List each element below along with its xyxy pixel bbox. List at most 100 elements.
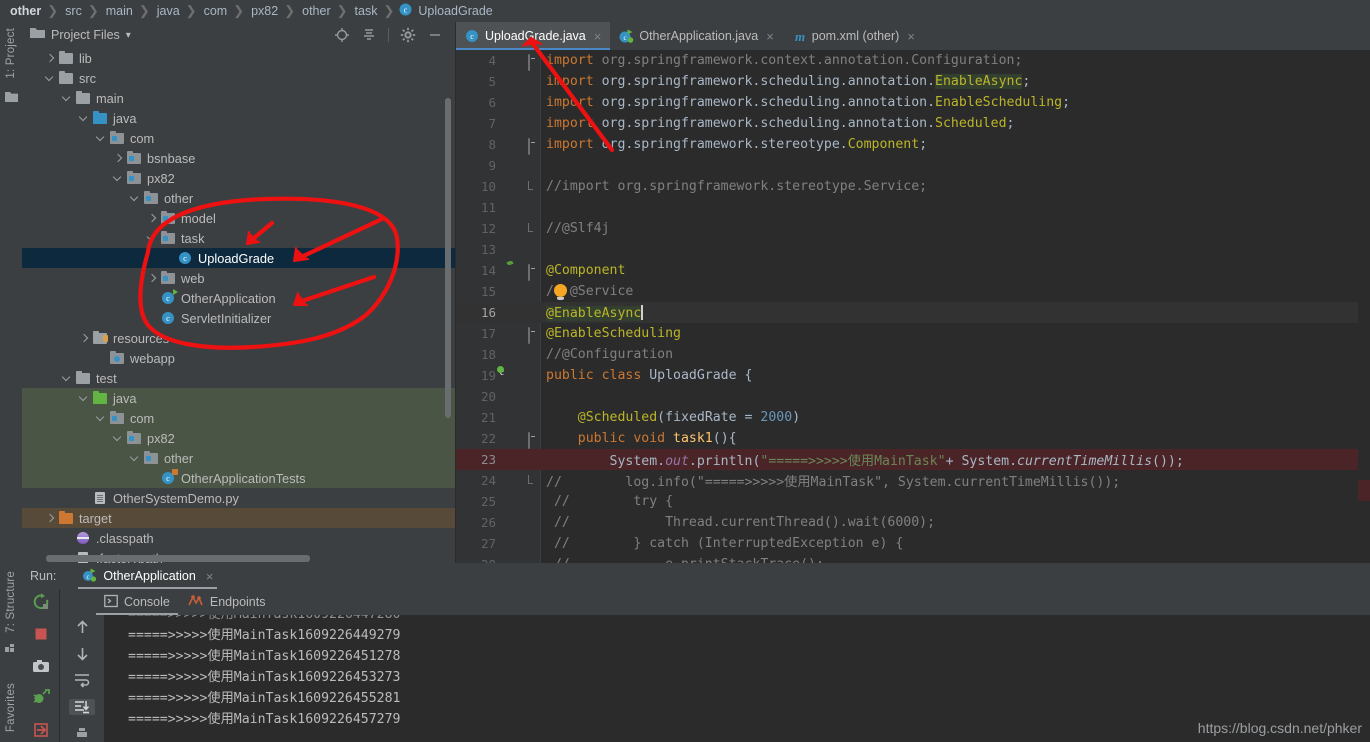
tree-item-test[interactable]: test xyxy=(22,368,455,388)
chevron-down-icon[interactable] xyxy=(130,193,141,204)
code-line[interactable]: 25 // try { xyxy=(456,491,1370,512)
chevron-right-icon[interactable] xyxy=(147,273,158,284)
chevron-right-icon[interactable] xyxy=(45,53,56,64)
project-files-title[interactable]: Project Files xyxy=(51,28,120,42)
code-line[interactable]: 20 xyxy=(456,386,1370,407)
tree-item--classpath[interactable]: .classpath xyxy=(22,528,455,548)
tree-item-java[interactable]: java xyxy=(22,388,455,408)
tree-item-java[interactable]: java xyxy=(22,108,455,128)
chevron-down-icon[interactable]: ▾ xyxy=(126,30,131,41)
sidebar-item-favorites[interactable]: Favorites xyxy=(5,683,17,732)
code-line[interactable]: 7 import org.springframework.scheduling.a… xyxy=(456,113,1370,134)
breadcrumb-item[interactable]: other xyxy=(8,4,43,18)
code-line[interactable]: 13 xyxy=(456,239,1370,260)
tree-item-otherapplication[interactable]: c OtherApplication xyxy=(22,288,455,308)
tree-item-uploadgrade[interactable]: c UploadGrade xyxy=(22,248,455,268)
debug-attach-icon[interactable] xyxy=(32,689,50,712)
sidebar-item-structure[interactable]: 7: Structure xyxy=(5,571,17,633)
code-editor[interactable]: 4 import org.springframework.context.anno… xyxy=(456,50,1370,563)
code-line[interactable]: 19 public class UploadGrade { xyxy=(456,365,1370,386)
breadcrumb-item[interactable]: main xyxy=(104,4,135,18)
breadcrumb-item[interactable]: c UploadGrade xyxy=(399,3,494,19)
tree-item-other[interactable]: other xyxy=(22,188,455,208)
fold-marker[interactable] xyxy=(528,54,537,71)
run-configuration-tab[interactable]: c OtherApplication × xyxy=(78,563,218,589)
tree-item-lib[interactable]: lib xyxy=(22,48,455,68)
soft-wrap-icon[interactable] xyxy=(69,672,95,689)
chevron-down-icon[interactable] xyxy=(62,373,73,384)
rerun-icon[interactable] xyxy=(32,593,50,616)
chevron-down-icon[interactable] xyxy=(130,453,141,464)
fold-marker[interactable] xyxy=(528,138,537,155)
gutter-bean-icon[interactable] xyxy=(500,263,515,278)
close-icon[interactable]: × xyxy=(594,29,602,44)
tree-item-bsnbase[interactable]: bsnbase xyxy=(22,148,455,168)
print-icon[interactable] xyxy=(69,725,95,742)
fold-marker[interactable] xyxy=(528,475,537,484)
chevron-right-icon[interactable] xyxy=(79,333,90,344)
tree-horizontal-scrollbar[interactable] xyxy=(46,555,310,562)
editor-scrollbar[interactable] xyxy=(1358,78,1370,563)
chevron-down-icon[interactable] xyxy=(79,393,90,404)
tree-item-web[interactable]: web xyxy=(22,268,455,288)
chevron-right-icon[interactable] xyxy=(147,213,158,224)
fold-marker[interactable] xyxy=(528,223,537,232)
gutter-bulb-icon[interactable] xyxy=(500,284,515,299)
breadcrumb-item[interactable]: com xyxy=(202,4,230,18)
breadcrumb-item[interactable]: java xyxy=(155,4,182,18)
breadcrumb-item[interactable]: other xyxy=(300,4,333,18)
code-line[interactable]: 18 //@Configuration xyxy=(456,344,1370,365)
chevron-down-icon[interactable] xyxy=(45,73,56,84)
gutter-break-icon[interactable] xyxy=(500,452,515,467)
close-icon[interactable]: × xyxy=(206,569,214,584)
tree-item-px82[interactable]: px82 xyxy=(22,168,455,188)
breadcrumb-item[interactable]: task xyxy=(353,4,380,18)
gutter-class-icon[interactable] xyxy=(500,368,515,383)
camera-icon[interactable] xyxy=(32,657,50,680)
tree-item-target[interactable]: target xyxy=(22,508,455,528)
chevron-down-icon[interactable] xyxy=(96,413,107,424)
code-line[interactable]: 12 //@Slf4j xyxy=(456,218,1370,239)
subtab-endpoints[interactable]: Endpoints xyxy=(188,589,265,615)
code-line[interactable]: 17 @EnableScheduling xyxy=(456,323,1370,344)
code-line[interactable]: 5 import org.springframework.scheduling.a… xyxy=(456,71,1370,92)
tree-item-model[interactable]: model xyxy=(22,208,455,228)
collapse-all-icon[interactable] xyxy=(361,27,377,43)
code-line[interactable]: 28 // e.printStackTrace(); xyxy=(456,554,1370,563)
scroll-down-icon[interactable] xyxy=(69,646,95,663)
fold-marker[interactable] xyxy=(528,327,537,344)
code-line[interactable]: 14 @Component xyxy=(456,260,1370,281)
tab-uploadgrade-java[interactable]: c UploadGrade.java × xyxy=(456,22,611,50)
close-icon[interactable]: × xyxy=(766,29,774,44)
chevron-down-icon[interactable] xyxy=(147,233,158,244)
code-line[interactable]: 15 / @Service xyxy=(456,281,1370,302)
code-line[interactable]: 26 // Thread.currentThread().wait(6000); xyxy=(456,512,1370,533)
code-line[interactable]: 23 System.out.println("=====>>>>>使用MainT… xyxy=(456,449,1370,470)
tree-item-resources[interactable]: resources xyxy=(22,328,455,348)
tree-item-main[interactable]: main xyxy=(22,88,455,108)
close-icon[interactable]: × xyxy=(907,29,915,44)
tree-item-com[interactable]: com xyxy=(22,128,455,148)
subtab-console[interactable]: Console xyxy=(96,589,178,615)
tree-vertical-scrollbar[interactable] xyxy=(445,98,451,418)
project-file-tree[interactable]: lib src main java com bsnbase px82 other model ta… xyxy=(22,48,455,563)
code-line[interactable]: 22 public void task1(){ xyxy=(456,428,1370,449)
code-line[interactable]: 4 import org.springframework.context.anno… xyxy=(456,50,1370,71)
chevron-right-icon[interactable] xyxy=(45,513,56,524)
fold-marker[interactable] xyxy=(528,432,537,449)
sidebar-item-project[interactable]: 1: Project xyxy=(5,28,17,79)
tree-item-com[interactable]: com xyxy=(22,408,455,428)
tree-item-src[interactable]: src xyxy=(22,68,455,88)
chevron-down-icon[interactable] xyxy=(79,113,90,124)
gear-icon[interactable] xyxy=(400,27,416,43)
code-line[interactable]: 11 xyxy=(456,197,1370,218)
code-line[interactable]: 9 xyxy=(456,155,1370,176)
hide-panel-icon[interactable] xyxy=(427,27,443,43)
tree-item-servletinitializer[interactable]: c ServletInitializer xyxy=(22,308,455,328)
intention-bulb-icon[interactable] xyxy=(554,284,567,300)
tree-item-task[interactable]: task xyxy=(22,228,455,248)
code-line[interactable]: 27 // } catch (InterruptedException e) { xyxy=(456,533,1370,554)
tree-item-otherapplicationtests[interactable]: c OtherApplicationTests xyxy=(22,468,455,488)
code-line[interactable]: 21 @Scheduled(fixedRate = 2000) xyxy=(456,407,1370,428)
tree-item-other[interactable]: other xyxy=(22,448,455,468)
